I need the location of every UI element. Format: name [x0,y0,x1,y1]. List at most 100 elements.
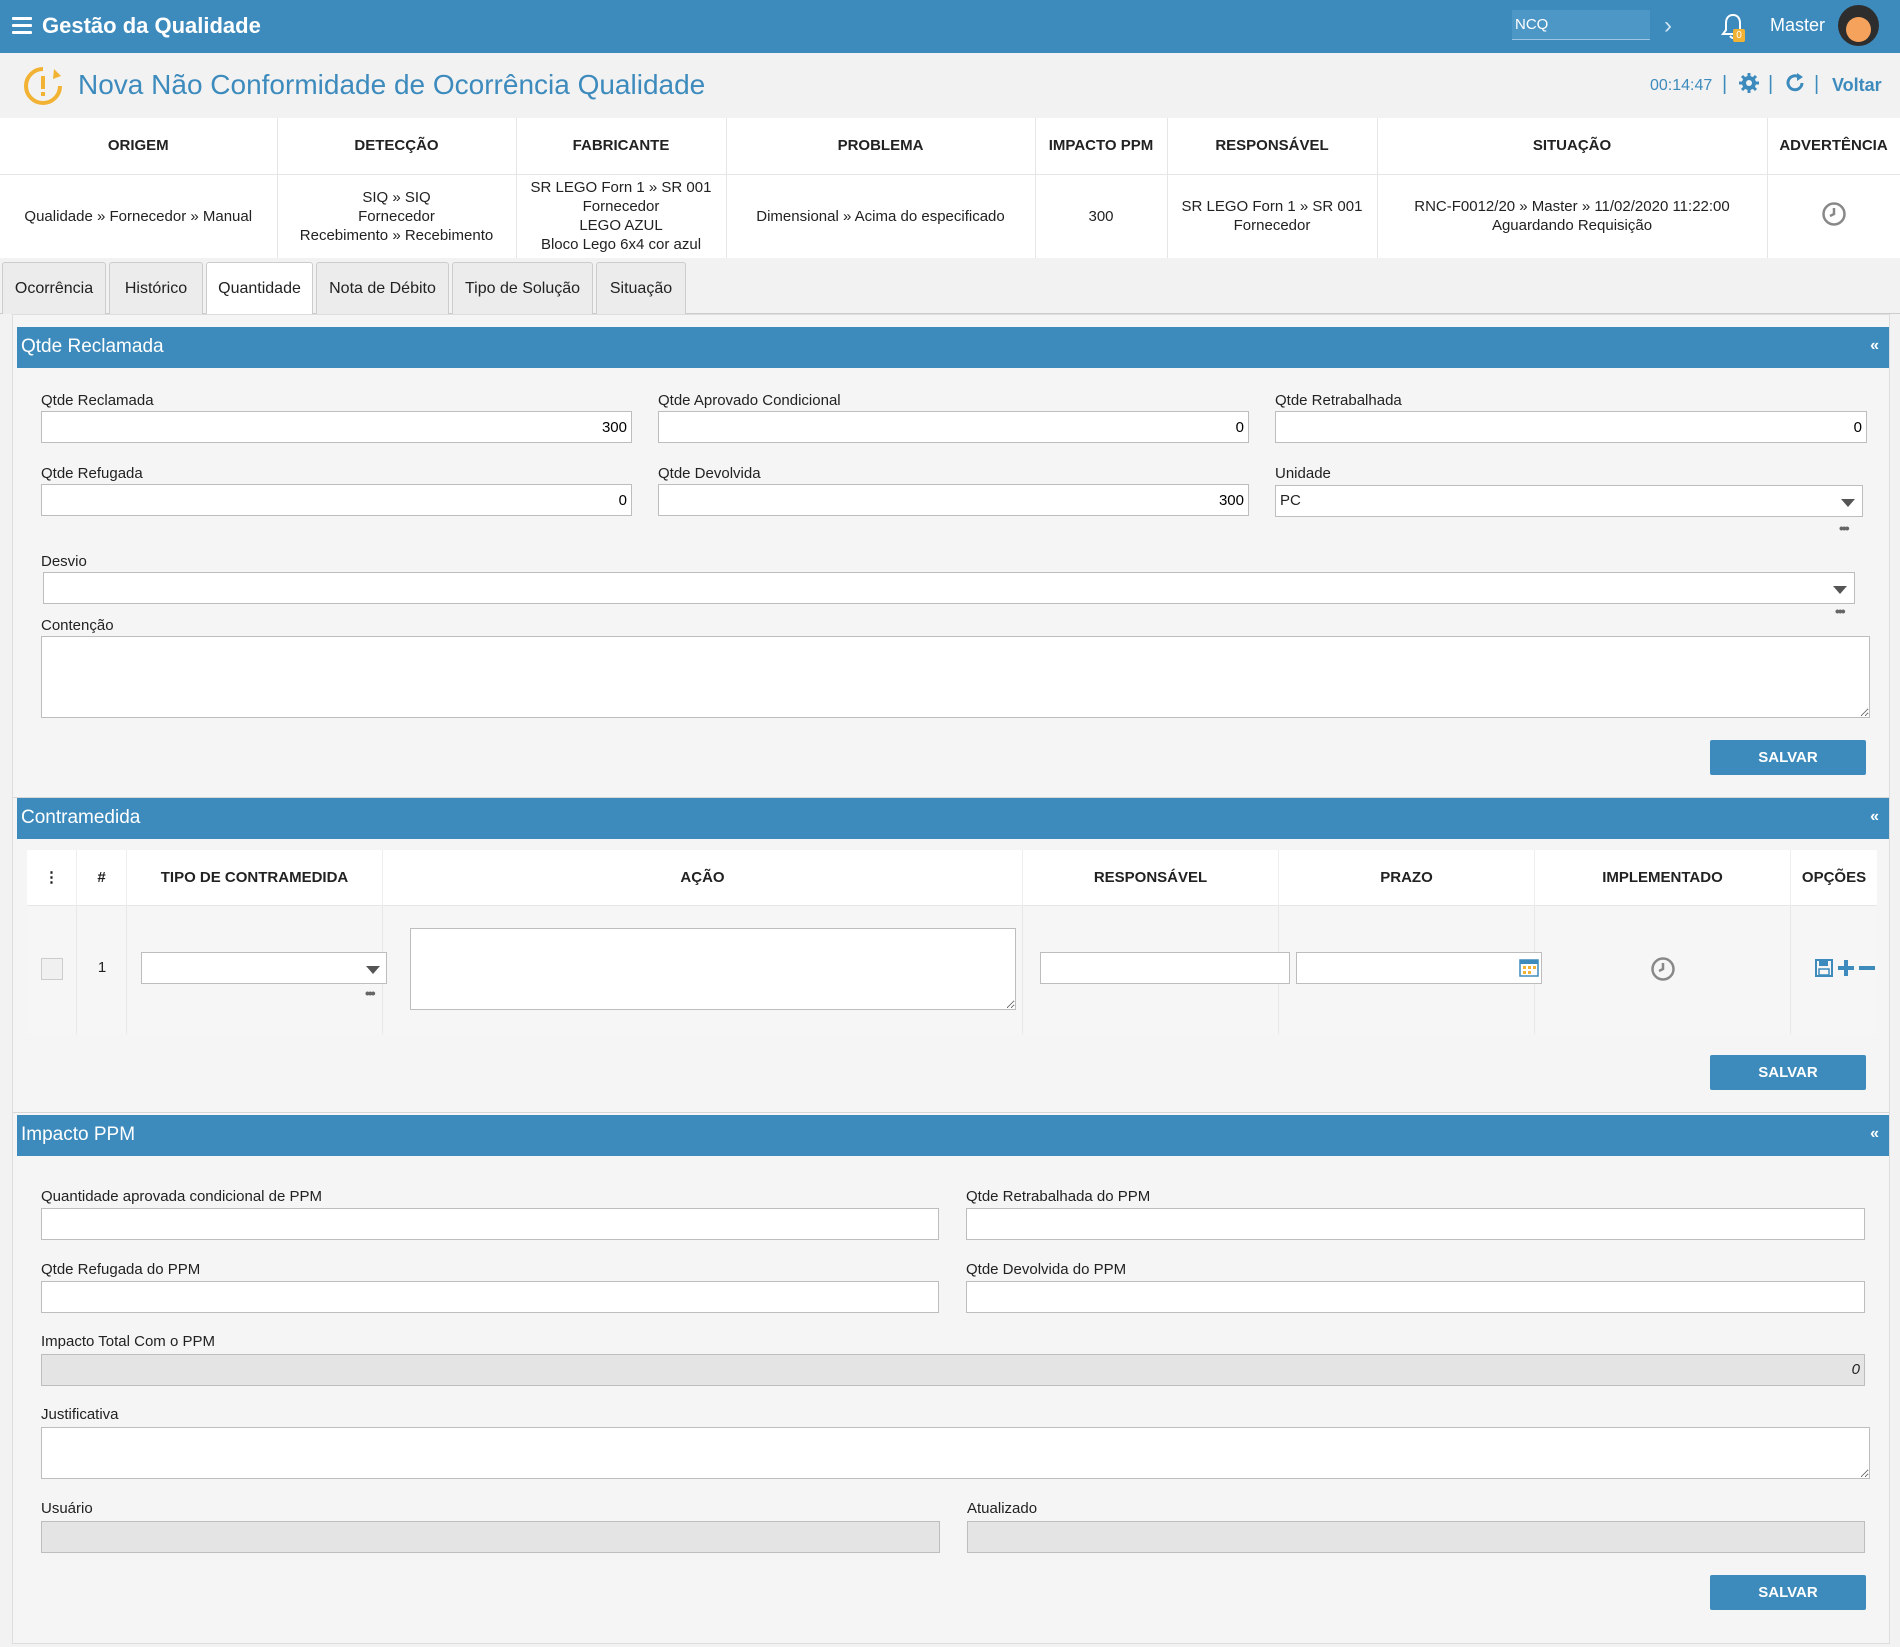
save-button-impacto-ppm[interactable]: SALVAR [1710,1575,1866,1610]
responsavel-value: SR LEGO Forn 1 » SR 001 Fornecedor [1167,174,1378,258]
acao-textarea[interactable] [410,928,1016,1010]
qtde-retrabalhada-ppm-input[interactable] [966,1208,1865,1240]
responsavel-line: SR LEGO Forn 1 » SR 001 [1181,198,1363,216]
tab-ocorrencia[interactable]: Ocorrência [2,262,106,314]
add-row-icon[interactable] [1837,959,1855,977]
gear-icon[interactable] [1738,72,1760,94]
user-name[interactable]: Master [1770,15,1825,36]
tab-nota-de-debito[interactable]: Nota de Débito [316,262,449,314]
tab-situacao[interactable]: Situação [596,262,686,314]
warning-refresh-icon [24,67,62,105]
save-icon[interactable] [1815,959,1833,977]
impacto-ppm-value: 300 [1035,174,1168,258]
countermeasure-grid: ⋮ # TIPO DE CONTRAMEDIDA AÇÃO RESPONSÁVE… [27,850,1877,1034]
panel-header-contramedida[interactable]: Contramedida « [17,798,1889,839]
unidade-select[interactable]: PC [1275,485,1863,517]
qtde-refugada-input[interactable] [41,484,632,516]
col-header-responsavel: RESPONSÁVEL [1167,118,1378,175]
hamburger-menu-icon[interactable] [12,17,32,35]
avatar[interactable] [1838,5,1879,46]
fabricante-line: LEGO AZUL [579,217,663,235]
grid-header: ⋮ # TIPO DE CONTRAMEDIDA AÇÃO RESPONSÁVE… [27,850,1877,906]
situacao-line: Aguardando Requisição [1491,217,1653,235]
desvio-select[interactable] [43,572,1855,604]
chevron-down-icon[interactable] [366,966,380,974]
row-number: 1 [97,959,107,976]
collapse-icon[interactable]: « [1870,808,1879,826]
separator: | [1722,73,1728,95]
col-header-origem: ORIGEM [0,118,278,175]
separator: | [1814,73,1820,95]
qtde-retrabalhada-ppm-label: Qtde Retrabalhada do PPM [966,1188,1151,1205]
calendar-icon[interactable] [1519,958,1539,977]
notification-badge: 0 [1733,29,1745,42]
more-options-icon[interactable]: ••• [1835,603,1846,619]
remove-row-icon[interactable] [1859,959,1875,977]
page-header: Nova Não Conformidade de Ocorrência Qual… [0,53,1900,118]
page-title: Nova Não Conformidade de Ocorrência Qual… [78,69,706,100]
tab-tipo-de-solucao[interactable]: Tipo de Solução [452,262,593,314]
deteccao-value: SIQ » SIQ Fornecedor Recebimento » Receb… [277,174,517,258]
save-button-contramedida[interactable]: SALVAR [1710,1055,1866,1090]
table-row: 1 ••• [27,906,1877,1034]
situacao-line: RNC-F0012/20 » Master » 11/02/2020 11:22… [1414,198,1730,216]
more-options-icon[interactable]: ••• [365,985,376,1001]
qtde-aprovado-condicional-input[interactable] [658,411,1249,443]
chevron-right-icon[interactable]: › [1664,12,1672,40]
col-header-problema: PROBLEMA [726,118,1036,175]
collapse-icon[interactable]: « [1870,337,1879,355]
chevron-down-icon[interactable] [1841,499,1855,507]
prazo-date-input[interactable] [1296,952,1542,984]
quantity-content: Qtde Reclamada « Qtde Reclamada Qtde Apr… [12,314,1890,1644]
deteccao-line: SIQ » SIQ [362,188,431,206]
usuario-label: Usuário [41,1500,93,1517]
col-header-situacao: SITUAÇÃO [1377,118,1768,175]
qtde-devolvida-input[interactable] [658,484,1249,516]
back-link[interactable]: Voltar [1832,75,1882,96]
qtde-aprovada-condicional-ppm-input[interactable] [41,1208,939,1240]
col-header-deteccao: DETECÇÃO [277,118,517,175]
grid-menu-icon[interactable]: ⋮ [27,850,77,906]
tab-quantidade[interactable]: Quantidade [206,262,313,315]
col-header-acao: AÇÃO [383,850,1023,906]
fabricante-line: Fornecedor [582,198,660,216]
clock-icon [1821,202,1846,226]
origem-value: Qualidade » Fornecedor » Manual [0,174,278,258]
panel-header-qtde-reclamada[interactable]: Qtde Reclamada « [17,327,1889,368]
tipo-contramedida-select[interactable] [141,952,387,984]
save-button-qtde-reclamada[interactable]: SALVAR [1710,740,1866,775]
more-options-icon[interactable]: ••• [1839,520,1850,536]
qtde-reclamada-input[interactable] [41,411,632,443]
impacto-total-ppm-value: 0 [41,1354,1865,1386]
clock-icon[interactable] [1650,956,1676,982]
row-checkbox[interactable] [41,958,63,980]
advertencia-value [1767,174,1900,258]
justificativa-textarea[interactable] [41,1427,1870,1479]
module-search-input[interactable] [1512,10,1650,40]
situacao-value: RNC-F0012/20 » Master » 11/02/2020 11:22… [1377,174,1768,258]
col-header-prazo: PRAZO [1279,850,1535,906]
panel-header-impacto-ppm[interactable]: Impacto PPM « [17,1115,1889,1156]
contencao-textarea[interactable] [41,636,1870,718]
qtde-refugada-ppm-input[interactable] [41,1281,939,1313]
collapse-icon[interactable]: « [1870,1125,1879,1143]
chevron-down-icon[interactable] [1833,586,1847,594]
fabricante-line: SR LEGO Forn 1 » SR 001 [530,179,712,197]
session-timer: 00:14:47 [1650,77,1713,94]
panel-title: Contramedida [21,807,141,828]
refresh-icon[interactable] [1784,72,1806,94]
qtde-refugada-ppm-label: Qtde Refugada do PPM [41,1261,201,1278]
qtde-retrabalhada-input[interactable] [1275,411,1867,443]
responsavel-input[interactable] [1040,952,1290,984]
tab-historico[interactable]: Histórico [109,262,203,314]
justificativa-label: Justificativa [41,1406,119,1423]
section-divider [13,1112,1889,1113]
atualizado-label: Atualizado [967,1500,1038,1517]
col-header-impacto-ppm: IMPACTO PPM [1035,118,1168,175]
qtde-devolvida-ppm-label: Qtde Devolvida do PPM [966,1261,1127,1278]
tab-bar: Ocorrência Histórico Quantidade Nota de … [0,262,1900,315]
fabricante-value: SR LEGO Forn 1 » SR 001 Fornecedor LEGO … [516,174,727,258]
qtde-devolvida-ppm-input[interactable] [966,1281,1865,1313]
qtde-aprovado-condicional-label: Qtde Aprovado Condicional [658,392,841,409]
impacto-total-ppm-label: Impacto Total Com o PPM [41,1333,215,1350]
